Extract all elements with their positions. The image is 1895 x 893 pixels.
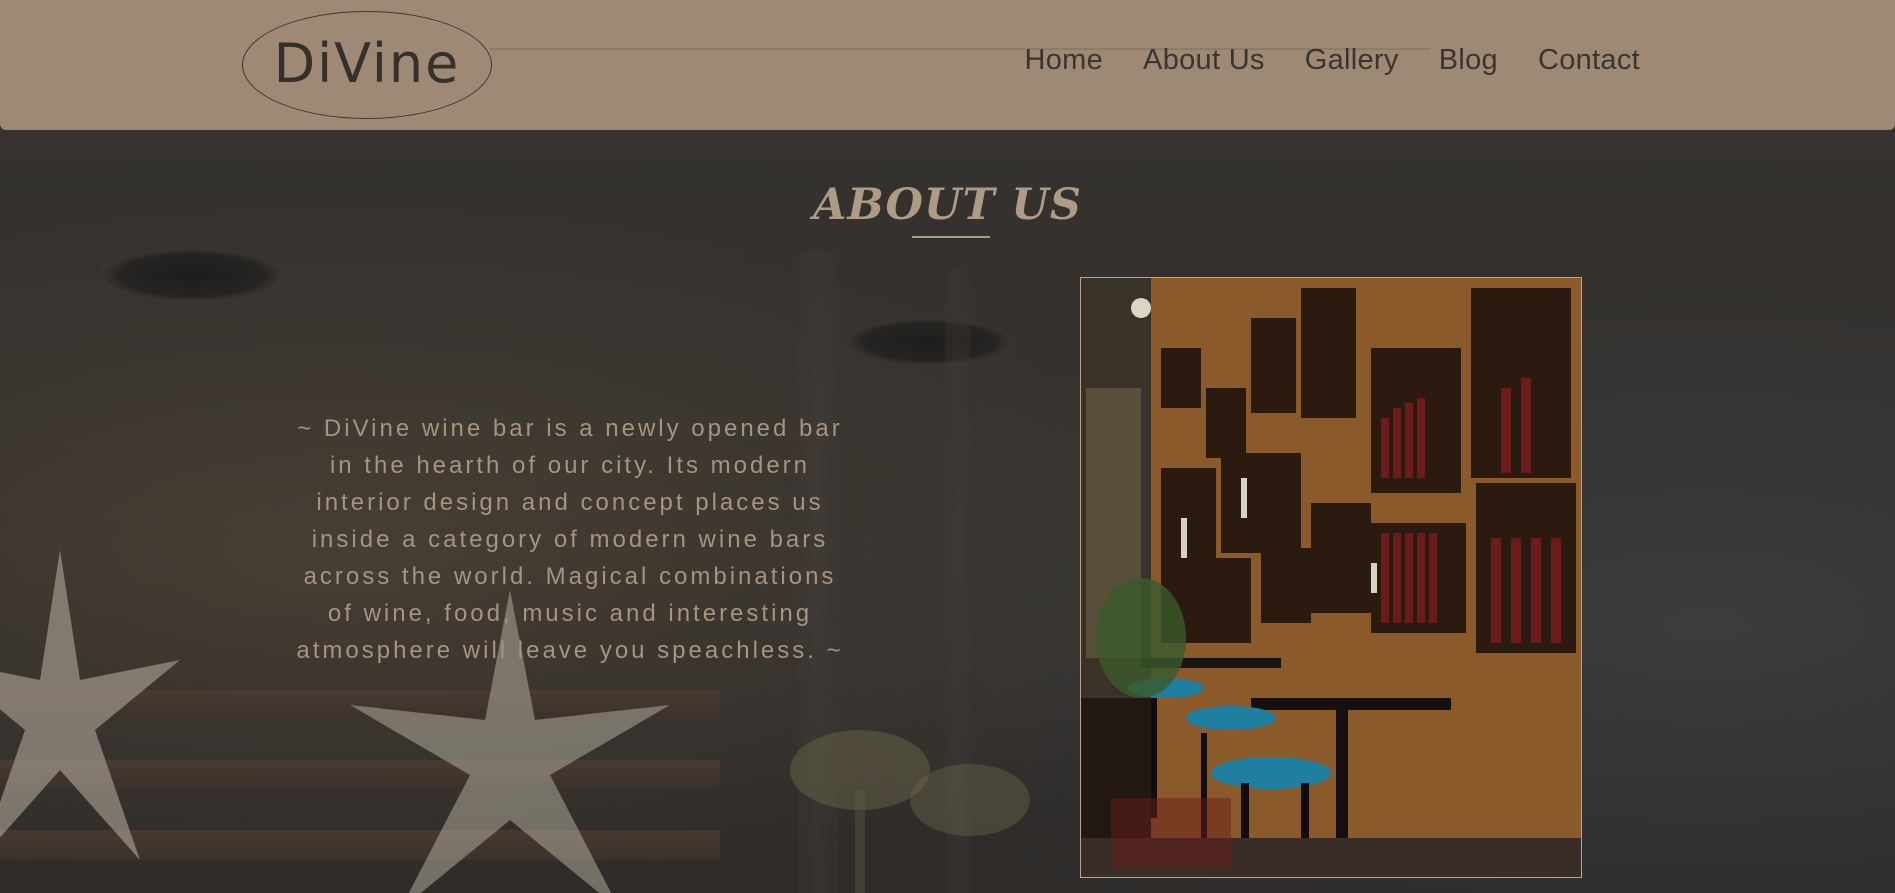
title-underline [912,236,990,238]
ceiling-lamp [845,318,1013,366]
nav-gallery[interactable]: Gallery [1305,44,1399,77]
site-header: DiVine Home About Us Gallery Blog Contac… [0,0,1895,130]
star-lantern [0,550,180,860]
background-image [0,0,1895,893]
main-nav: Home About Us Gallery Blog Contact [1024,44,1640,77]
logo-text: DiVine [273,31,461,95]
nav-home[interactable]: Home [1024,44,1103,77]
nav-contact[interactable]: Contact [1538,44,1640,77]
about-description: ~ DiVine wine bar is a newly opened bar … [296,415,844,664]
nav-about-us[interactable]: About Us [1143,44,1265,77]
site-logo[interactable]: DiVine [242,11,492,119]
bar-photo [1080,277,1582,878]
lamp-shade [790,730,1030,893]
ceiling-lamp [100,248,284,302]
page-title: ABOUT US [813,180,1082,230]
nav-blog[interactable]: Blog [1439,44,1498,77]
